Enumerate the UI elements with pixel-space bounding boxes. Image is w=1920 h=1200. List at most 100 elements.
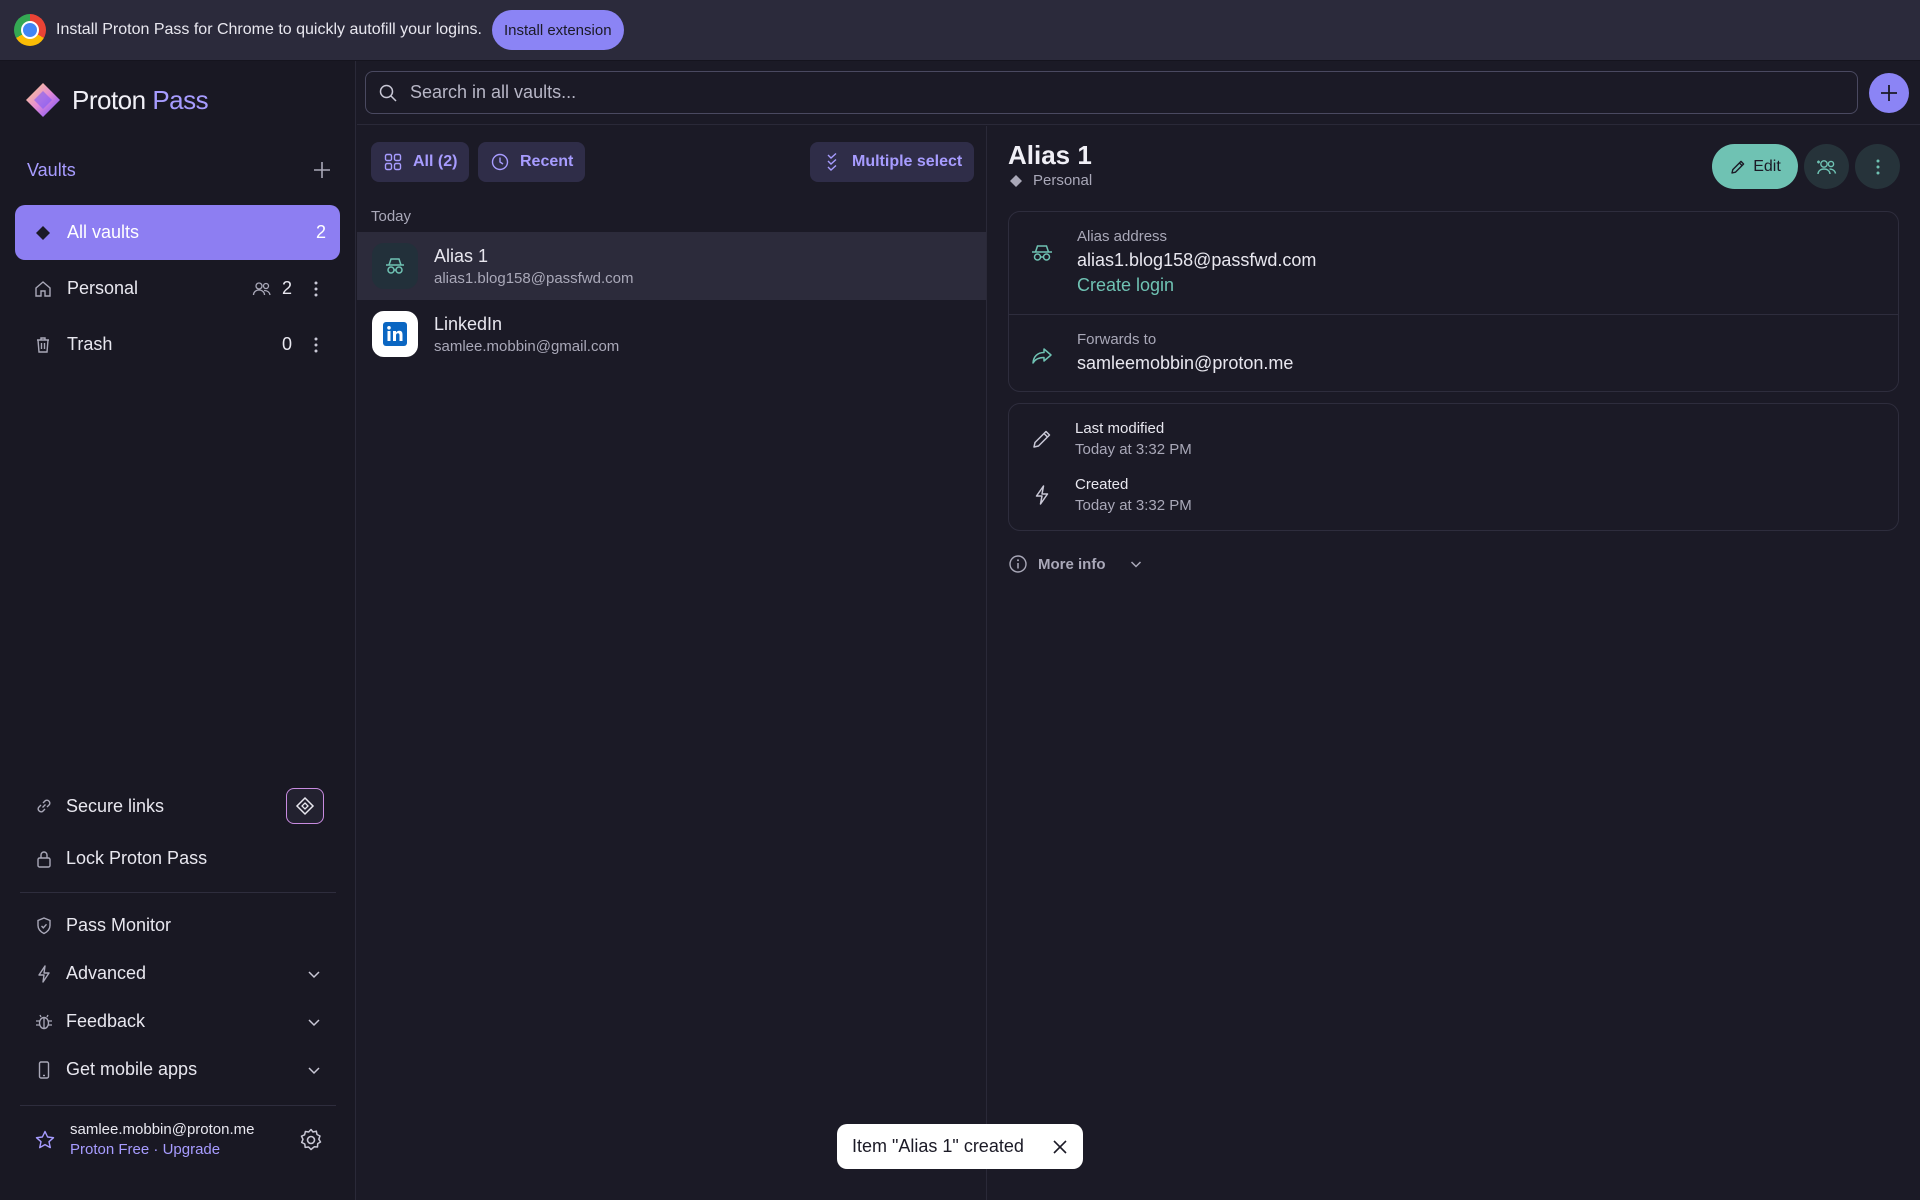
chevron-down-icon: [1130, 561, 1141, 568]
pencil-icon: [1731, 160, 1745, 174]
brand-name-proton: Proton: [72, 84, 146, 115]
trash-options-icon[interactable]: [306, 335, 326, 355]
alias-address-value[interactable]: alias1.blog158@passfwd.com: [1077, 250, 1316, 271]
pencil-icon: [1033, 430, 1051, 448]
linkedin-logo-icon: [383, 322, 407, 346]
plus-icon: [1881, 85, 1897, 101]
brand-name-pass: Pass: [152, 84, 209, 115]
advanced-menu[interactable]: Advanced: [34, 963, 324, 984]
bolt-icon: [1035, 485, 1049, 505]
more-options-button[interactable]: [1855, 144, 1900, 189]
search-input[interactable]: [410, 82, 1810, 103]
vault-item-trash[interactable]: Trash 0: [15, 317, 340, 372]
lock-icon: [37, 850, 51, 868]
filter-all-button[interactable]: All (2): [371, 142, 470, 182]
secure-links-link[interactable]: Secure links: [34, 788, 324, 824]
sidebar: Proton Pass Vaults All vaults 2 Personal…: [0, 61, 356, 1200]
trash-icon: [37, 336, 49, 353]
vault-options-icon[interactable]: [306, 279, 326, 299]
created-value: Today at 3:32 PM: [1075, 497, 1192, 514]
info-icon: [1009, 555, 1027, 573]
forwards-to-label: Forwards to: [1077, 331, 1157, 348]
item-subtitle: alias1.blog158@passfwd.com: [434, 269, 634, 287]
chevron-down-icon[interactable]: [304, 964, 324, 984]
home-icon: [35, 280, 51, 297]
item-detail-panel: Alias 1 Personal Edit Alias address alia…: [988, 126, 1920, 1200]
sidebar-divider: [20, 1105, 336, 1106]
group-label-today: Today: [371, 208, 412, 225]
search-box[interactable]: [365, 71, 1858, 114]
vault-diamond-icon: [36, 225, 50, 240]
brand-name: Proton Pass: [72, 84, 209, 116]
filter-recent-button[interactable]: Recent: [478, 142, 586, 182]
upgrade-link[interactable]: Upgrade: [163, 1141, 221, 1158]
chevron-down-icon[interactable]: [304, 1012, 324, 1032]
vault-item-all-vaults[interactable]: All vaults 2: [15, 205, 340, 260]
account-plan: Proton Free: [70, 1141, 150, 1158]
more-info-toggle[interactable]: More info: [1008, 554, 1144, 574]
created-row: Created Today at 3:32 PM: [1009, 476, 1898, 514]
upgrade-badge[interactable]: [286, 788, 324, 824]
close-icon[interactable]: [1050, 1137, 1070, 1157]
add-vault-icon[interactable]: [311, 159, 333, 181]
chevron-down-icon[interactable]: [304, 1060, 324, 1080]
last-modified-row: Last modified Today at 3:32 PM: [1009, 420, 1898, 476]
share-button[interactable]: [1804, 144, 1849, 189]
feedback-menu[interactable]: Feedback: [34, 1011, 324, 1032]
search-bar-row: [357, 61, 1920, 125]
proton-pass-logo-icon: [26, 83, 60, 117]
item-title: Alias 1: [434, 245, 489, 266]
vault-count: 0: [281, 334, 292, 354]
toast-message: Item "Alias 1" created: [852, 1136, 1024, 1156]
item-vault: Personal: [1009, 172, 1092, 189]
install-extension-button[interactable]: Install extension: [491, 10, 624, 50]
alias-address-label: Alias address: [1077, 228, 1168, 245]
multiple-select-button[interactable]: Multiple select: [810, 142, 975, 182]
banner-message: Install Proton Pass for Chrome to quickl…: [56, 21, 482, 38]
last-modified-label: Last modified: [1075, 420, 1165, 437]
advanced-label: Advanced: [66, 963, 147, 983]
brand-logo[interactable]: Proton Pass: [24, 81, 209, 119]
plan-separator: ·: [153, 1141, 159, 1158]
list-item[interactable]: LinkedIn samlee.mobbin@gmail.com: [357, 300, 986, 368]
vaults-header: Vaults: [27, 159, 333, 181]
filter-recent-label: Recent: [520, 153, 574, 170]
forwards-to-value[interactable]: samleemobbin@proton.me: [1077, 353, 1293, 374]
vault-label: All vaults: [67, 222, 140, 242]
settings-gear-icon[interactable]: [298, 1127, 324, 1153]
new-item-button[interactable]: [1869, 73, 1909, 113]
lock-proton-pass-link[interactable]: Lock Proton Pass: [34, 848, 324, 869]
vault-count: 2: [281, 278, 292, 298]
vault-label: Personal: [67, 278, 139, 298]
list-item[interactable]: Alias 1 alias1.blog158@passfwd.com: [357, 232, 986, 300]
account-section: samlee.mobbin@proton.me Proton Free · Up…: [34, 1121, 324, 1158]
get-mobile-apps-menu[interactable]: Get mobile apps: [34, 1059, 324, 1080]
forward-arrow-icon: [1032, 348, 1052, 364]
item-vault-name: Personal: [1033, 172, 1093, 189]
edit-label: Edit: [1753, 157, 1781, 175]
pass-monitor-link[interactable]: Pass Monitor: [34, 915, 324, 936]
more-vertical-icon: [1876, 159, 1879, 174]
share-users-icon: [1816, 159, 1836, 174]
vault-label: Trash: [67, 334, 113, 354]
create-login-link[interactable]: Create login: [1077, 275, 1316, 296]
vault-diamond-icon: [1010, 174, 1022, 187]
grid-icon: [384, 153, 402, 171]
created-label: Created: [1075, 476, 1129, 493]
alias-info-card: Alias address alias1.blog158@passfwd.com…: [1008, 211, 1899, 392]
clock-icon: [491, 153, 509, 171]
item-detail-title: Alias 1: [1008, 140, 1092, 170]
shared-users-icon: [252, 281, 271, 295]
vault-item-personal[interactable]: Personal 2: [15, 261, 340, 316]
filter-all-label: All (2): [413, 153, 458, 170]
history-card: Last modified Today at 3:32 PM Created T…: [1008, 403, 1899, 531]
install-extension-banner: Install Proton Pass for Chrome to quickl…: [0, 0, 1920, 61]
alias-icon: [372, 243, 418, 289]
forwards-to-row: Forwards to samleemobbin@proton.me: [1009, 315, 1898, 393]
star-icon: [35, 1130, 55, 1148]
shield-check-icon: [37, 916, 51, 934]
incognito-icon: [386, 258, 404, 274]
edit-button[interactable]: Edit: [1712, 144, 1798, 189]
notification-toast: Item "Alias 1" created: [837, 1124, 1083, 1169]
alias-address-row: Alias address alias1.blog158@passfwd.com…: [1009, 212, 1898, 314]
